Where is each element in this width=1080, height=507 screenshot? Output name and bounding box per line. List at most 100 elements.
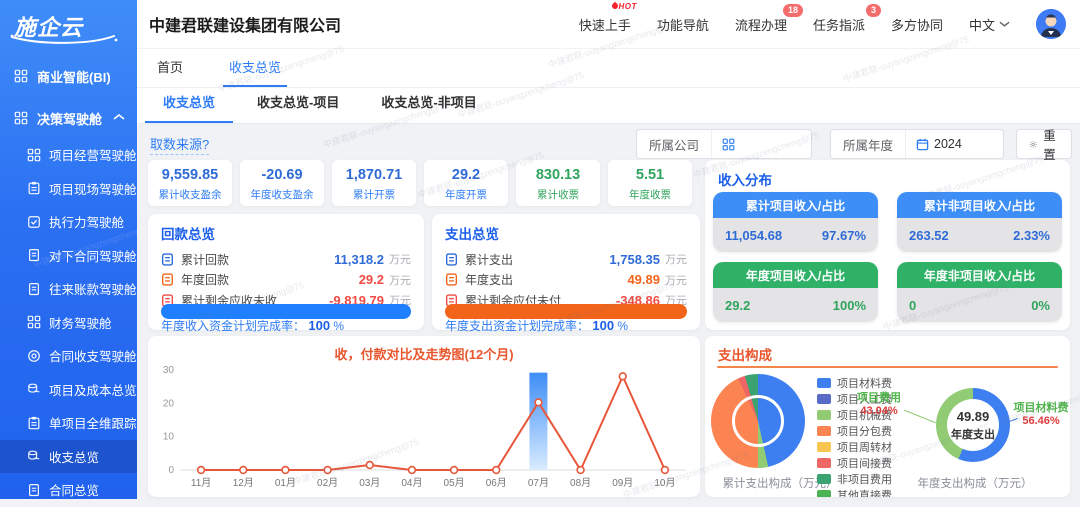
legend-swatch <box>817 426 831 436</box>
reset-icon <box>1029 138 1037 151</box>
income-distribution-panel: 收入分布 累计项目收入/占比 11,054.68 97.67% 累计非项目收入/… <box>705 160 1070 330</box>
sidebar: 施企云 商业智能(BI) 决策驾驶舱 项目经营驾驶舱项目现场驾驶舱执行力驾驶舱对… <box>0 0 137 499</box>
legend-swatch <box>817 490 831 497</box>
user-avatar[interactable] <box>1036 9 1066 39</box>
legend-swatch <box>817 410 831 420</box>
hot-badge: HOT <box>612 2 637 11</box>
kpi-value: 1,870.71 <box>332 167 416 183</box>
coins-icon <box>27 449 41 463</box>
process-count-badge: 18 <box>783 4 803 17</box>
collection-progress-bar <box>161 304 411 319</box>
svg-text:10: 10 <box>163 432 175 443</box>
sidebar-item-5[interactable]: 财务驾驶舱 <box>0 306 137 340</box>
sidebar-item-7[interactable]: 项目及成本总览 <box>0 373 137 407</box>
sidebar-item-6[interactable]: 合同收支驾驶舱 <box>0 339 137 373</box>
sidebar-item-10[interactable]: 合同总览 <box>0 473 137 507</box>
row-unit: 万元 <box>665 251 687 267</box>
svg-text:04月: 04月 <box>401 477 422 489</box>
row-unit: 万元 <box>389 272 411 288</box>
language-label: 中文 <box>969 15 995 34</box>
legend-item-0[interactable]: 项目材料费 <box>817 376 892 390</box>
collection-row-annual: 年度回款 29.2 万元 <box>148 270 424 291</box>
legend-item-7[interactable]: 其他直接费 <box>817 488 892 497</box>
clipboard-icon <box>27 416 41 430</box>
sidebar-item-4[interactable]: 往来账款驾驶舱 <box>0 272 137 306</box>
row-label: 累计支出 <box>465 251 513 268</box>
tab-home[interactable]: 首页 <box>151 48 189 87</box>
logo-swoosh-icon <box>10 34 118 44</box>
subtab-overview[interactable]: 收支总览 <box>145 92 233 123</box>
subtab-project[interactable]: 收支总览-项目 <box>239 92 357 123</box>
sidebar-item-8[interactable]: 单项目全维跟踪 <box>0 406 137 440</box>
donut-center-label: 年度支出 <box>951 426 995 442</box>
sidebar-group-label: 决策驾驶舱 <box>37 109 102 128</box>
sidebar-item-2[interactable]: 执行力驾驶舱 <box>0 205 137 239</box>
year-value: 2024 <box>934 137 962 151</box>
legend-swatch <box>817 394 831 404</box>
callout-pct: 56.46% <box>1013 415 1069 428</box>
legend-label: 项目材料费 <box>837 375 892 391</box>
sidebar-item-9[interactable]: 收支总览 <box>0 440 137 474</box>
tab-income-expense-label: 收支总览 <box>229 57 281 76</box>
subtab-non-project-label: 收支总览-非项目 <box>381 95 476 110</box>
progress-value: 100 <box>592 318 614 333</box>
nav-task-assign[interactable]: 任务指派 3 <box>813 15 865 34</box>
nav-collaboration-label: 多方协同 <box>891 18 943 33</box>
row-value: 11,318.2 <box>334 252 384 267</box>
legend-label: 项目分包费 <box>837 423 892 439</box>
subtab-non-project[interactable]: 收支总览-非项目 <box>363 92 494 123</box>
sidebar-item-label: 执行力驾驶舱 <box>49 212 124 231</box>
target-icon <box>27 349 41 363</box>
income-card-header: 年度项目收入/占比 <box>713 262 878 288</box>
row-label: 累计回款 <box>181 251 229 268</box>
sidebar-section-bi[interactable]: 商业智能(BI) <box>0 60 137 92</box>
sidebar-item-label: 单项目全维跟踪 <box>49 413 137 432</box>
legend-item-5[interactable]: 项目间接费 <box>817 456 892 470</box>
tab-income-expense-overview[interactable]: 收支总览 <box>223 48 287 87</box>
subtab-overview-label: 收支总览 <box>163 95 215 110</box>
callout-name: 项目材料费 <box>1013 402 1069 415</box>
nav-function-nav[interactable]: 功能导航 <box>657 15 709 34</box>
task-count-badge: 3 <box>866 4 881 17</box>
kpi-label: 累计收票 <box>516 187 600 202</box>
sidebar-item-3[interactable]: 对下合同驾驶舱 <box>0 239 137 273</box>
nav-process-handling[interactable]: 流程办理 18 <box>735 15 787 34</box>
company-filter[interactable]: 所属公司 <box>636 129 812 159</box>
callout-line-left <box>904 410 936 424</box>
legend-label: 非项目费用 <box>837 471 892 487</box>
language-selector[interactable]: 中文 <box>969 15 1010 34</box>
legend-item-4[interactable]: 项目周转材 <box>817 440 892 454</box>
panel-title: 支出构成 <box>705 336 1070 364</box>
svg-text:07月: 07月 <box>528 477 549 489</box>
svg-text:03月: 03月 <box>359 477 380 489</box>
progress-value: 100 <box>308 318 330 333</box>
tab-home-label: 首页 <box>157 57 183 76</box>
company-filter-value[interactable] <box>711 130 811 158</box>
legend-item-6[interactable]: 非项目费用 <box>817 472 892 486</box>
year-filter-value[interactable]: 2024 <box>905 130 1003 158</box>
nav-collaboration[interactable]: 多方协同 <box>891 15 943 34</box>
main-content: 取数来源? 所属公司 所属年度 2024 重置 9,559.85 累计收支盈余 … <box>137 124 1080 499</box>
progress-label-text: 年度收入资金计划完成率： <box>161 319 305 333</box>
svg-text:02月: 02月 <box>317 477 338 489</box>
sidebar-group-decision[interactable]: 决策驾驶舱 <box>0 102 137 134</box>
nav-quick-start[interactable]: 快速上手 HOT <box>579 15 631 34</box>
company-filter-label: 所属公司 <box>637 135 711 154</box>
doc-icon <box>161 253 174 266</box>
page-tabs: 首页 收支总览 <box>137 48 1080 88</box>
kpi-value: 29.2 <box>424 167 508 183</box>
data-source-link[interactable]: 取数来源? <box>150 134 209 155</box>
reset-button[interactable]: 重置 <box>1016 129 1072 159</box>
sidebar-item-0[interactable]: 项目经营驾驶舱 <box>0 138 137 172</box>
header-nav: 快速上手 HOT 功能导航 流程办理 18 任务指派 3 多方协同 中文 <box>579 9 1080 39</box>
income-card-cumulative-nonproject: 累计非项目收入/占比 263.52 2.33% <box>897 192 1062 252</box>
title-underline <box>717 366 1058 368</box>
year-filter[interactable]: 所属年度 2024 <box>830 129 1004 159</box>
annual-expense-donut: 49.89 年度支出 <box>936 388 1010 462</box>
income-card-pct: 2.33% <box>1013 228 1050 243</box>
sidebar-item-1[interactable]: 项目现场驾驶舱 <box>0 172 137 206</box>
legend-swatch <box>817 458 831 468</box>
clipboard-icon <box>27 181 41 195</box>
app-logo[interactable]: 施企云 <box>0 0 137 52</box>
legend-item-3[interactable]: 项目分包费 <box>817 424 892 438</box>
